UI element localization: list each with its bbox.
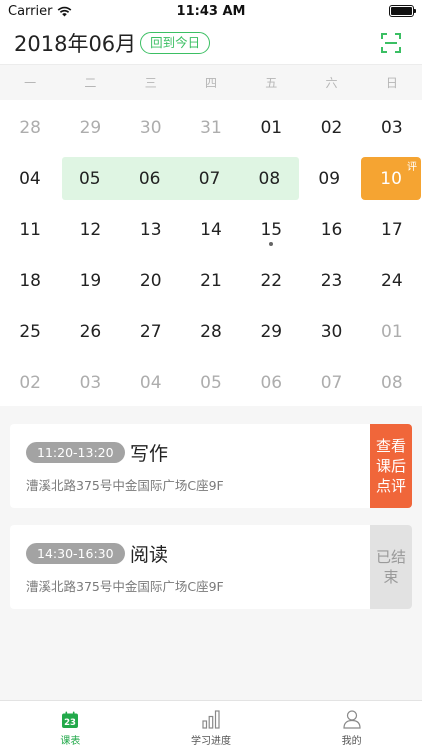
calendar-day[interactable]: 04 bbox=[121, 357, 181, 408]
view-review-label: 查看课后点评 bbox=[375, 437, 406, 495]
calendar-day[interactable]: 02 bbox=[301, 102, 361, 153]
wifi-icon bbox=[58, 6, 72, 16]
calendar-day[interactable]: 13 bbox=[121, 204, 181, 255]
bar-chart-icon bbox=[202, 710, 220, 729]
calendar-day[interactable]: 08 bbox=[362, 357, 422, 408]
calendar-day[interactable]: 28 bbox=[0, 102, 60, 153]
weekday-sun: 日 bbox=[385, 76, 398, 90]
calendar-day[interactable]: 28 bbox=[181, 306, 241, 357]
calendar-day[interactable]: 25 bbox=[0, 306, 60, 357]
calendar-week-row: 11 12 13 14 15 16 17 bbox=[0, 204, 422, 255]
calendar-week-row: 18 19 20 21 22 23 24 bbox=[0, 255, 422, 306]
course-name: 写作 bbox=[130, 443, 169, 465]
scan-icon[interactable] bbox=[380, 32, 402, 54]
calendar-icon-day: 23 bbox=[64, 718, 76, 728]
calendar-day-reviewed[interactable]: 10 评 bbox=[361, 157, 422, 200]
tab-progress[interactable]: 学习进度 bbox=[141, 701, 282, 750]
calendar-day[interactable]: 18 bbox=[0, 255, 60, 306]
tab-label: 我的 bbox=[341, 736, 362, 747]
carrier: Carrier bbox=[8, 4, 72, 19]
calendar-week-row: 02 03 04 05 06 07 08 bbox=[0, 357, 422, 408]
calendar-header: 2018年06月 回到今日 bbox=[0, 22, 422, 64]
calendar-day[interactable]: 16 bbox=[301, 204, 361, 255]
calendar-day-in-range[interactable]: 06 bbox=[120, 153, 180, 204]
calendar-day[interactable]: 12 bbox=[60, 204, 120, 255]
view-review-button[interactable]: 查看课后点评 bbox=[370, 424, 412, 508]
course-time: 11:20-13:20 bbox=[26, 442, 125, 463]
calendar-day[interactable]: 09 bbox=[299, 153, 359, 204]
calendar-day[interactable]: 29 bbox=[60, 102, 120, 153]
calendar-day[interactable]: 17 bbox=[362, 204, 422, 255]
calendar-day[interactable]: 03 bbox=[362, 102, 422, 153]
calendar-week-row: 28 29 30 31 01 02 03 bbox=[0, 102, 422, 153]
calendar-day[interactable]: 22 bbox=[241, 255, 301, 306]
user-icon bbox=[343, 710, 361, 729]
weekday-mon: 一 bbox=[24, 76, 37, 90]
tab-schedule[interactable]: 23 课表 bbox=[0, 701, 141, 750]
calendar-day[interactable]: 02 bbox=[0, 357, 60, 408]
calendar-day[interactable]: 23 bbox=[301, 255, 361, 306]
calendar-day[interactable]: 07 bbox=[301, 357, 361, 408]
calendar-day-number: 15 bbox=[260, 219, 283, 240]
calendar-day[interactable]: 04 bbox=[0, 153, 60, 204]
calendar-day[interactable]: 01 bbox=[241, 102, 301, 153]
calendar-icon: 23 bbox=[62, 711, 79, 728]
course-card[interactable]: 11:20-13:20 写作 漕溪北路375号中金国际广场C座9F 查看课后点评 bbox=[10, 424, 412, 508]
weekday-header: 一 二 三 四 五 六 日 bbox=[0, 64, 422, 100]
weekday-fri: 五 bbox=[265, 76, 278, 90]
calendar-day[interactable]: 26 bbox=[60, 306, 120, 357]
calendar-day-today[interactable]: 15 bbox=[241, 204, 301, 255]
month-title[interactable]: 2018年06月 bbox=[14, 28, 136, 58]
weekday-thu: 四 bbox=[204, 76, 217, 90]
calendar-day[interactable]: 20 bbox=[121, 255, 181, 306]
calendar-week-row: 04 05 06 07 08 09 10 评 bbox=[0, 153, 422, 204]
calendar-day[interactable]: 21 bbox=[181, 255, 241, 306]
tab-label: 学习进度 bbox=[191, 736, 231, 747]
review-badge: 评 bbox=[407, 162, 418, 173]
course-card[interactable]: 14:30-16:30 阅读 漕溪北路375号中金国际广场C座9F 已结束 bbox=[10, 525, 412, 609]
course-address: 漕溪北路375号中金国际广场C座9F bbox=[26, 579, 224, 594]
course-time: 14:30-16:30 bbox=[26, 543, 125, 564]
tab-bar: 23 课表 学习进度 我的 bbox=[0, 700, 422, 750]
ended-label: 已结束 bbox=[375, 548, 406, 586]
calendar-day[interactable]: 31 bbox=[181, 102, 241, 153]
calendar-day[interactable]: 05 bbox=[181, 357, 241, 408]
battery-icon bbox=[389, 5, 416, 17]
back-to-today-button[interactable]: 回到今日 bbox=[140, 32, 211, 54]
course-name: 阅读 bbox=[130, 544, 169, 566]
ended-status: 已结束 bbox=[370, 525, 412, 609]
calendar-day[interactable]: 30 bbox=[301, 306, 361, 357]
calendar-day[interactable]: 19 bbox=[60, 255, 120, 306]
calendar-day[interactable]: 03 bbox=[60, 357, 120, 408]
course-list: 11:20-13:20 写作 漕溪北路375号中金国际广场C座9F 查看课后点评… bbox=[0, 406, 422, 609]
weekday-tue: 二 bbox=[84, 76, 97, 90]
weekday-sat: 六 bbox=[325, 76, 338, 90]
calendar-day-in-range[interactable]: 05 bbox=[60, 153, 120, 204]
calendar-day[interactable]: 30 bbox=[121, 102, 181, 153]
calendar-day[interactable]: 24 bbox=[362, 255, 422, 306]
calendar-day[interactable]: 11 bbox=[0, 204, 60, 255]
weekday-wed: 三 bbox=[144, 76, 157, 90]
carrier-label: Carrier bbox=[8, 3, 53, 19]
calendar-grid: 28 29 30 31 01 02 03 04 05 06 07 08 09 1… bbox=[0, 100, 422, 406]
tab-label: 课表 bbox=[60, 736, 81, 747]
today-dot-icon bbox=[269, 242, 274, 246]
calendar-week-row: 25 26 27 28 29 30 01 bbox=[0, 306, 422, 357]
calendar-day[interactable]: 14 bbox=[181, 204, 241, 255]
calendar-day[interactable]: 01 bbox=[362, 306, 422, 357]
status-bar: Carrier 11:43 AM bbox=[0, 0, 422, 22]
calendar-day[interactable]: 06 bbox=[241, 357, 301, 408]
course-address: 漕溪北路375号中金国际广场C座9F bbox=[26, 478, 224, 493]
tab-mine[interactable]: 我的 bbox=[281, 701, 422, 750]
calendar-day-in-range[interactable]: 08 bbox=[239, 153, 299, 204]
calendar-day-number: 10 bbox=[380, 168, 402, 189]
calendar-day[interactable]: 27 bbox=[121, 306, 181, 357]
calendar-day[interactable]: 29 bbox=[241, 306, 301, 357]
calendar-day-in-range[interactable]: 07 bbox=[180, 153, 240, 204]
